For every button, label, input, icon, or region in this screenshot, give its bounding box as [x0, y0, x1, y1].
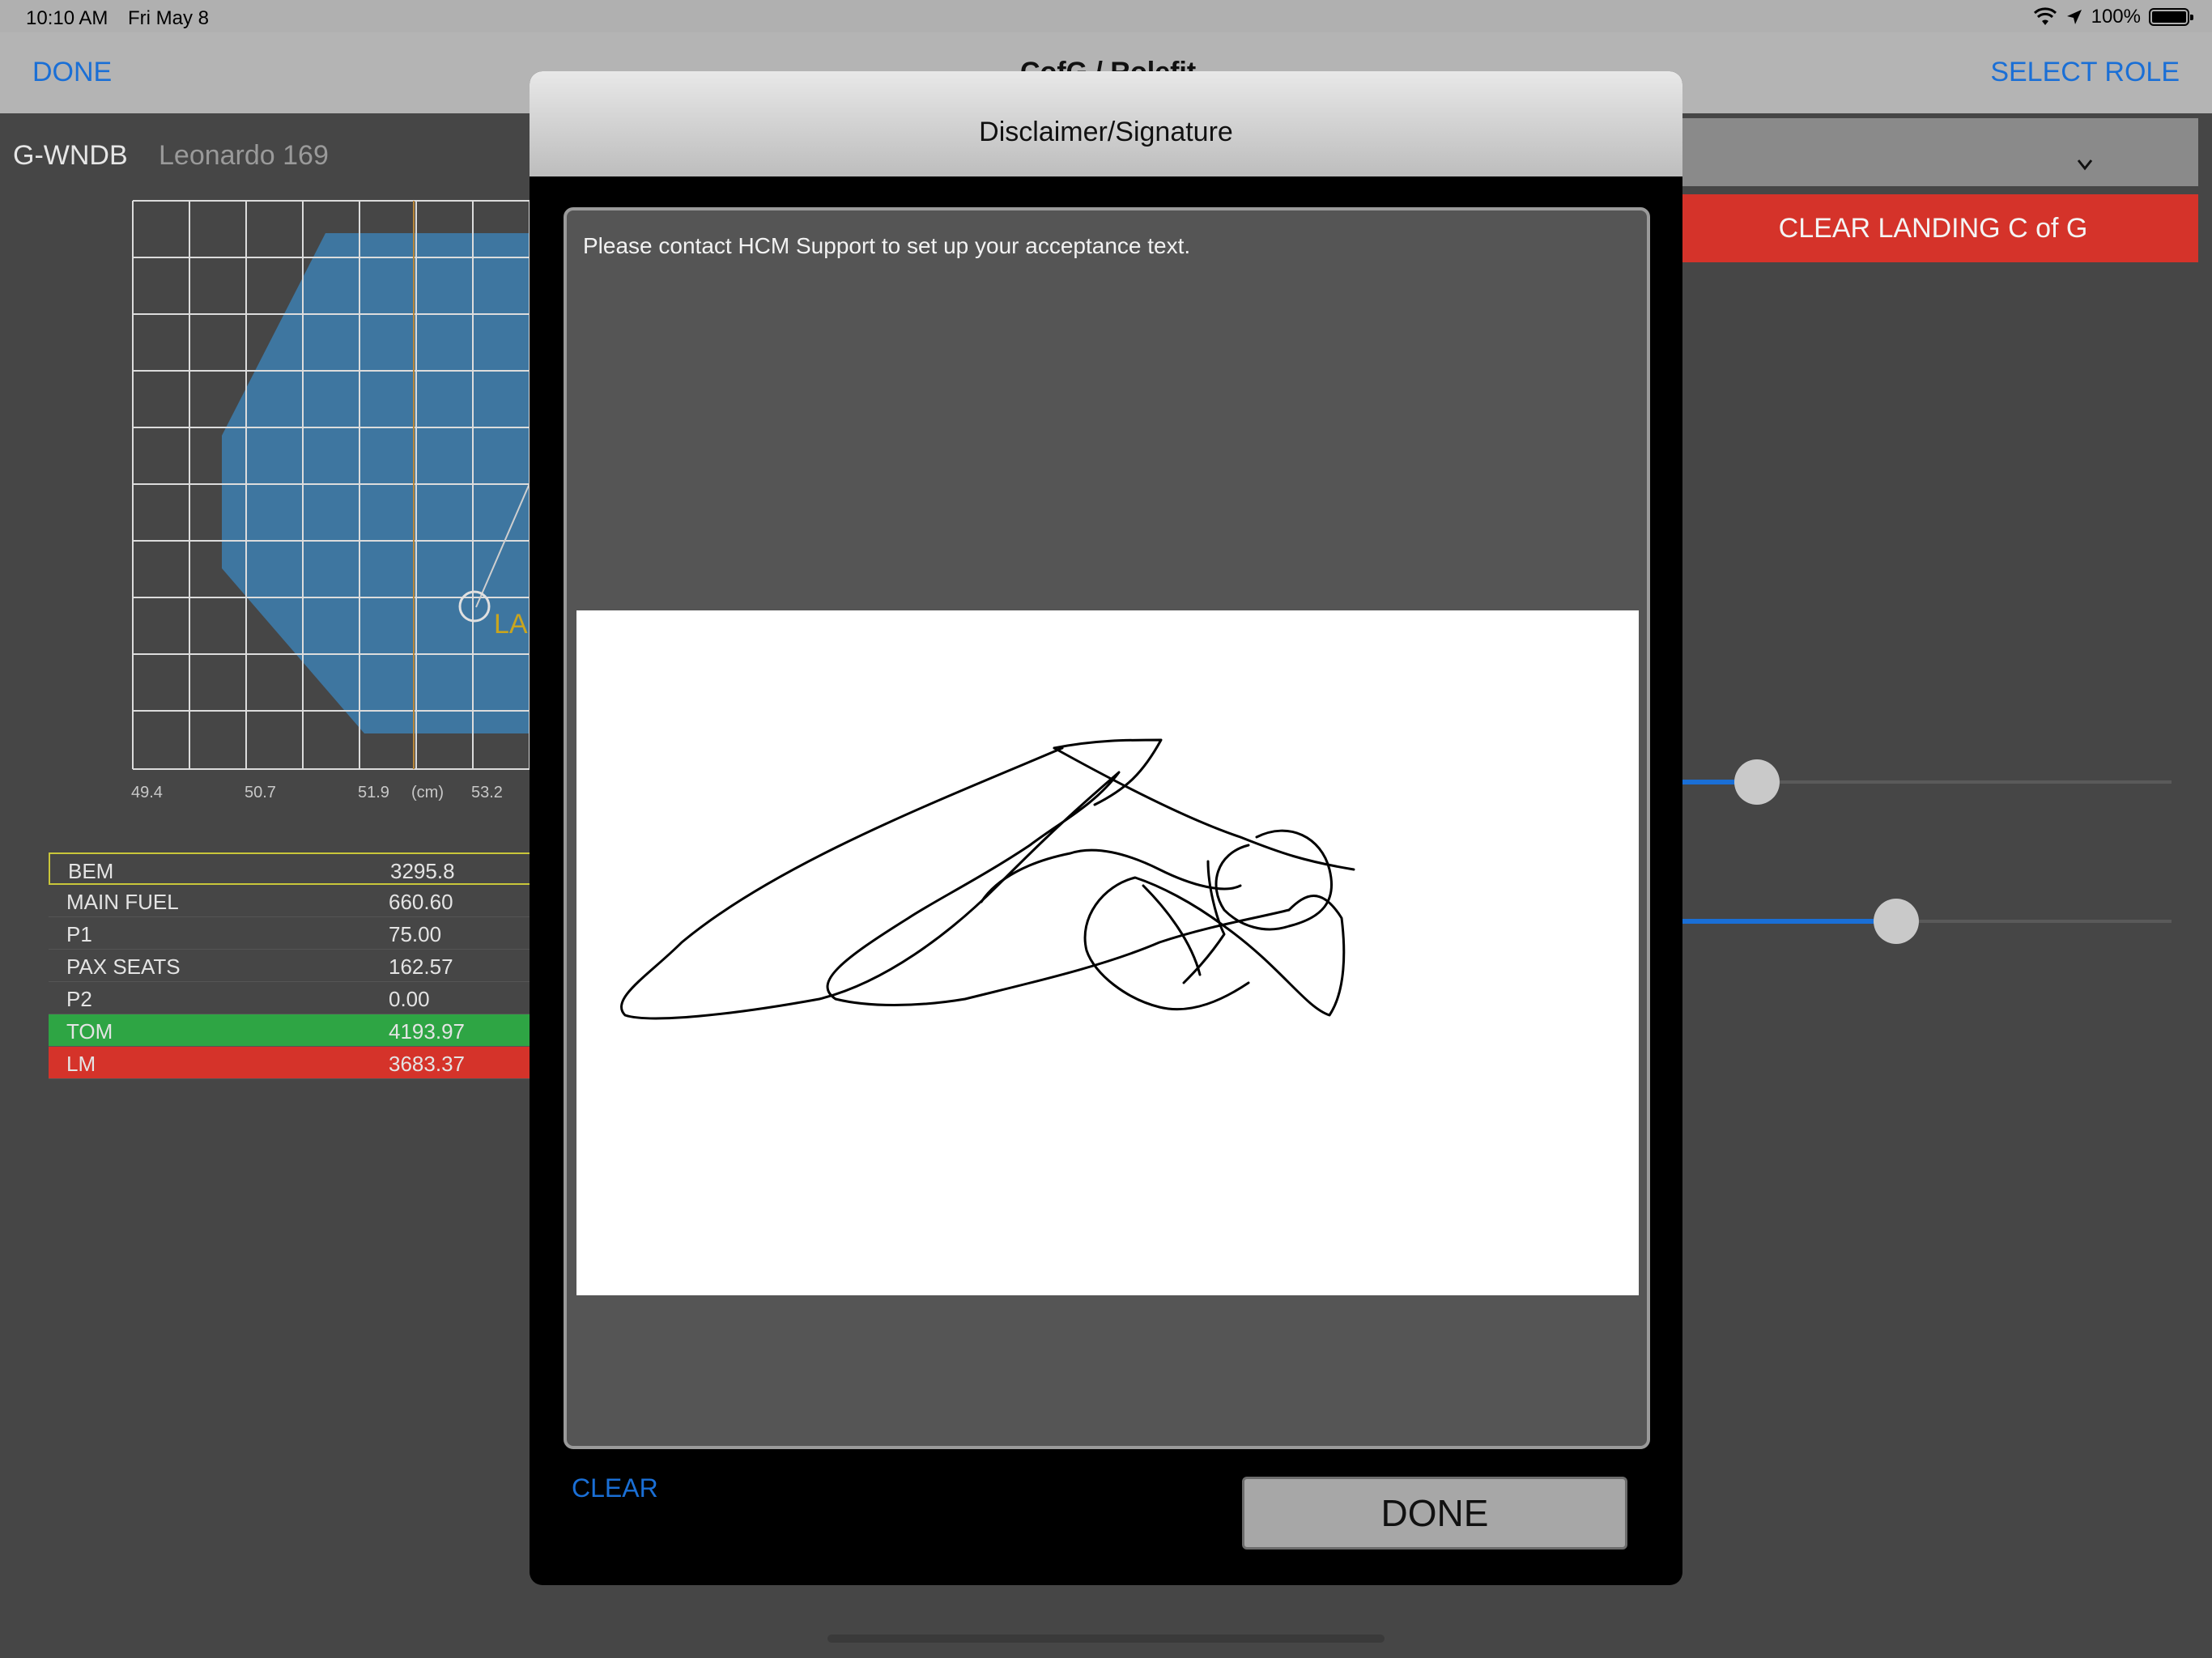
weight-row-main-fuel[interactable]: MAIN FUEL 660.60: [49, 885, 534, 917]
signature-stroke: [619, 738, 1355, 1020]
modal-content-panel: Please contact HCM Support to set up you…: [564, 207, 1650, 1503]
slider-knob-1[interactable]: [1734, 759, 1780, 805]
battery-percent: 100%: [2091, 6, 2141, 28]
chevron-down-icon: [2077, 159, 2093, 171]
weight-label: LM: [66, 1052, 96, 1076]
cg-envelope-chart: LA: [132, 200, 542, 770]
weight-label: MAIN FUEL: [66, 890, 179, 914]
status-bar: 10:10 AM Fri May 8 100%: [0, 0, 2212, 32]
weight-label: P2: [66, 987, 92, 1011]
location-arrow-icon: [2066, 10, 2082, 24]
weight-row-p1[interactable]: P1 75.00: [49, 917, 534, 950]
aircraft-model: Leonardo 169: [159, 140, 329, 171]
wifi-icon: [2033, 7, 2057, 25]
disclaimer-text: Please contact HCM Support to set up you…: [583, 233, 1191, 258]
modal-header: Disclaimer/Signature: [530, 71, 1682, 176]
x-tick-label: 51.9: [358, 784, 389, 801]
clear-signature-button[interactable]: CLEAR: [572, 1473, 658, 1503]
disclaimer-signature-modal: Disclaimer/Signature Please contact HCM …: [530, 71, 1682, 1585]
signature-pad[interactable]: [576, 610, 1639, 1297]
modal-title: Disclaimer/Signature: [979, 117, 1233, 147]
weights-table: BEM 3295.8 MAIN FUEL 660.60 P1 75.00 PAX…: [49, 852, 534, 1079]
x-tick-label: 49.4: [131, 784, 163, 801]
slider-fill-2: [1682, 919, 1896, 924]
weight-label: PAX SEATS: [66, 954, 181, 979]
signature-baseline: [576, 1295, 1639, 1297]
weight-row-lm: LM 3683.37: [49, 1047, 534, 1079]
home-indicator[interactable]: [827, 1635, 1385, 1643]
x-axis-unit: (cm): [411, 784, 444, 801]
modal-done-button[interactable]: DONE: [1242, 1477, 1627, 1550]
cg-landing-label: LA: [494, 609, 528, 640]
weight-row-pax-seats[interactable]: PAX SEATS 162.57: [49, 950, 534, 982]
battery-icon: [2149, 8, 2193, 26]
role-dropdown[interactable]: [1668, 118, 2198, 186]
weight-row-p2[interactable]: P2 0.00: [49, 982, 534, 1014]
clear-landing-cg-button[interactable]: CLEAR LANDING C of G: [1668, 194, 2198, 262]
app-screen: 10:10 AM Fri May 8 100% DONE CofG / Role…: [0, 0, 2212, 1658]
weight-label: TOM: [66, 1019, 113, 1044]
weight-label: P1: [66, 922, 92, 946]
slider-knob-2[interactable]: [1874, 899, 1919, 944]
x-tick-label: 50.7: [245, 784, 276, 801]
status-right-group: 100%: [2033, 6, 2193, 28]
weight-row-tom: TOM 4193.97: [49, 1014, 534, 1047]
nav-done-button[interactable]: DONE: [32, 57, 112, 88]
status-time: 10:10 AM: [26, 7, 108, 29]
weight-row-bem[interactable]: BEM 3295.8: [49, 852, 534, 885]
status-date: Fri May 8: [128, 7, 210, 29]
select-role-button[interactable]: SELECT ROLE: [1990, 57, 2180, 88]
aircraft-registration: G-WNDB: [13, 140, 128, 171]
weight-label: BEM: [68, 859, 114, 883]
x-tick-label: 53.2: [471, 784, 503, 801]
